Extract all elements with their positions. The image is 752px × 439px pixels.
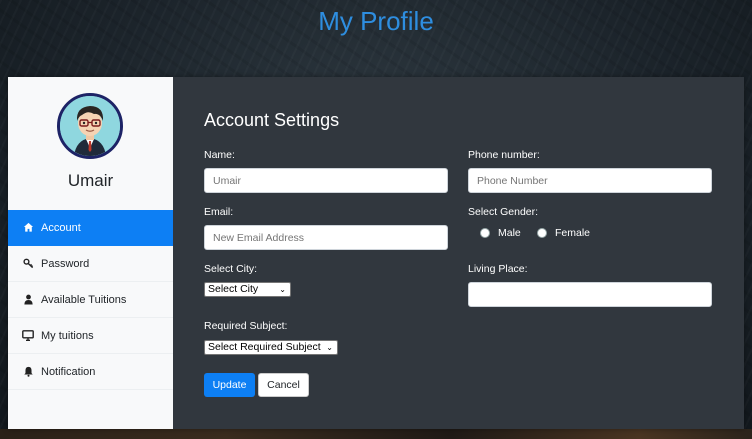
sidebar-item-my-tuitions[interactable]: My tuitions bbox=[8, 318, 173, 354]
user-icon bbox=[22, 294, 34, 306]
gender-label: Select Gender: bbox=[468, 206, 539, 218]
city-label: Select City: bbox=[204, 263, 258, 275]
sidebar-item-label: Available Tuitions bbox=[41, 293, 127, 306]
settings-heading: Account Settings bbox=[204, 110, 340, 130]
subject-select[interactable]: Select Required Subject ⌄ bbox=[204, 340, 338, 355]
home-icon bbox=[22, 222, 34, 234]
background-bottom-strip bbox=[0, 429, 752, 439]
city-select[interactable]: Select City ⌄ bbox=[204, 282, 291, 297]
cancel-button[interactable]: Cancel bbox=[258, 373, 309, 397]
sidebar-item-label: My tuitions bbox=[41, 329, 94, 342]
radio-label: Male bbox=[498, 227, 521, 239]
update-button[interactable]: Update bbox=[204, 373, 255, 397]
sidebar-item-available-tuitions[interactable]: Available Tuitions bbox=[8, 282, 173, 318]
subject-label: Required Subject: bbox=[204, 320, 288, 332]
chevron-down-icon: ⌄ bbox=[326, 343, 333, 352]
avatar bbox=[57, 93, 123, 159]
subject-select-value: Select Required Subject bbox=[208, 341, 321, 353]
phone-label: Phone number: bbox=[468, 149, 540, 161]
phone-input[interactable] bbox=[468, 168, 712, 193]
username: Umair bbox=[67, 171, 114, 190]
sidebar-item-password[interactable]: Password bbox=[8, 246, 173, 282]
name-label: Name: bbox=[204, 149, 235, 161]
bell-icon bbox=[22, 366, 34, 378]
account-settings-panel: Account Settings Name: Phone number: Ema… bbox=[173, 77, 744, 429]
sidebar-item-label: Notification bbox=[41, 365, 96, 378]
key-icon bbox=[22, 258, 34, 270]
city-select-value: Select City bbox=[208, 283, 259, 295]
gender-male-radio[interactable]: Male bbox=[480, 227, 521, 239]
sidebar: Umair Account Password Available Tuition… bbox=[8, 77, 173, 429]
profile-card: Umair Account Password Available Tuition… bbox=[8, 77, 744, 429]
sidebar-item-label: Account bbox=[41, 221, 81, 234]
sidebar-item-label: Password bbox=[41, 257, 90, 270]
radio-circle bbox=[480, 228, 490, 238]
chevron-down-icon: ⌄ bbox=[279, 285, 286, 294]
living-place-input[interactable] bbox=[468, 282, 712, 307]
email-label: Email: bbox=[204, 206, 234, 218]
email-input[interactable] bbox=[204, 225, 448, 250]
name-input[interactable] bbox=[204, 168, 448, 193]
sidebar-item-notification[interactable]: Notification bbox=[8, 354, 173, 390]
radio-circle bbox=[537, 228, 547, 238]
sidebar-nav: Account Password Available Tuitions My t… bbox=[8, 210, 173, 390]
sidebar-item-account[interactable]: Account bbox=[8, 210, 173, 246]
monitor-icon bbox=[22, 330, 34, 342]
living-place-label: Living Place: bbox=[468, 263, 528, 275]
radio-label: Female bbox=[555, 227, 591, 239]
page-title: My Profile bbox=[318, 6, 434, 36]
gender-female-radio[interactable]: Female bbox=[537, 227, 590, 239]
